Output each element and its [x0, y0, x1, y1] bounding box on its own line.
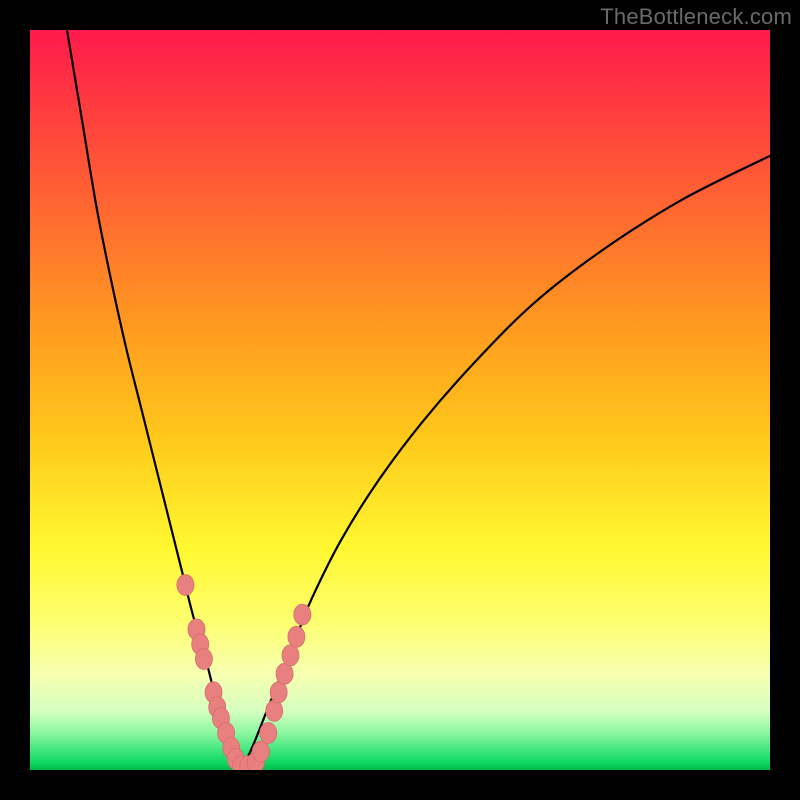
- highlight-dot: [288, 626, 305, 647]
- highlight-dot: [195, 649, 212, 670]
- highlight-dot: [252, 741, 269, 762]
- watermark-text: TheBottleneck.com: [600, 4, 792, 30]
- highlight-dot: [294, 604, 311, 625]
- highlight-dot: [260, 723, 277, 744]
- chart-svg: [30, 30, 770, 770]
- highlight-dot: [270, 682, 287, 703]
- curve-left-branch: [67, 30, 241, 770]
- highlight-dot: [266, 700, 283, 721]
- curve-right-branch: [241, 156, 770, 770]
- plot-area: [30, 30, 770, 770]
- highlight-dots-group: [177, 575, 311, 771]
- highlight-dot: [276, 663, 293, 684]
- chart-frame: TheBottleneck.com: [0, 0, 800, 800]
- highlight-dot: [282, 645, 299, 666]
- highlight-dot: [177, 575, 194, 596]
